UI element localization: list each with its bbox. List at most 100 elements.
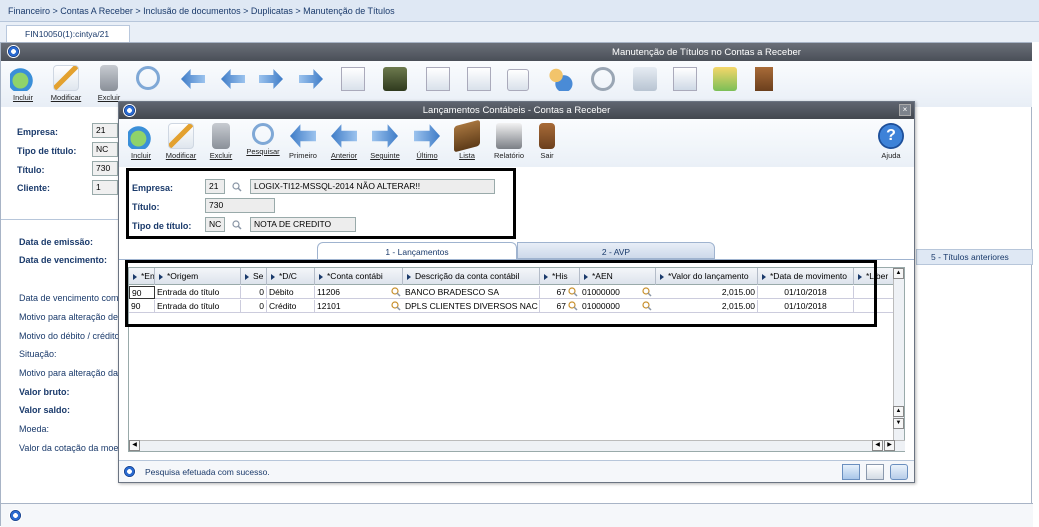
add-icon bbox=[128, 123, 154, 149]
outer-edit-label: Modificar bbox=[50, 93, 82, 102]
empresa-field[interactable]: 21 bbox=[92, 123, 118, 138]
empresa-lookup-icon[interactable] bbox=[232, 182, 242, 192]
modificar-button[interactable]: Modificar bbox=[161, 119, 201, 160]
outer-tab-strip: FIN10050(1):cintya/21 bbox=[0, 22, 1039, 42]
first-icon[interactable] bbox=[181, 69, 205, 89]
seguinte-button[interactable]: Seguinte bbox=[365, 119, 405, 160]
last-icon[interactable] bbox=[299, 69, 323, 89]
situacao-label: Situação: bbox=[19, 349, 57, 359]
ultimo-label: Último bbox=[416, 151, 438, 160]
money-icon[interactable] bbox=[633, 67, 657, 91]
next-icon bbox=[372, 124, 398, 148]
edit-icon bbox=[53, 65, 79, 91]
primeiro-button[interactable]: Primeiro bbox=[283, 119, 323, 160]
excluir-button[interactable]: Excluir bbox=[201, 119, 241, 160]
scroll-up-small-icon[interactable]: ▲ bbox=[893, 406, 904, 417]
relatorio-label: Relatório bbox=[493, 151, 524, 160]
dialog-titulo-field[interactable]: 730 bbox=[205, 198, 275, 213]
scroll-left-small-icon[interactable]: ◀ bbox=[872, 440, 883, 451]
tab-avp[interactable]: 2 - AVP bbox=[517, 242, 715, 259]
search-icon[interactable] bbox=[136, 66, 160, 90]
nf-icon[interactable] bbox=[673, 67, 697, 91]
outer-status-bar bbox=[1, 503, 1033, 527]
dialog-toolbar: Incluir Modificar Excluir Pesquisar Prim… bbox=[119, 119, 914, 167]
zoom-icon[interactable] bbox=[591, 67, 615, 91]
previous-icon[interactable] bbox=[221, 69, 245, 89]
empresa-description: LOGIX-TI12-MSSQL-2014 NÃO ALTERAR!! bbox=[250, 179, 495, 194]
exit-icon[interactable] bbox=[755, 67, 773, 91]
status-logo-icon bbox=[123, 465, 136, 478]
details-icon[interactable] bbox=[713, 67, 737, 91]
grid-highlight-box bbox=[125, 260, 877, 327]
window-logo-icon bbox=[7, 45, 20, 58]
moeda-label: Moeda: bbox=[19, 424, 50, 434]
document-add-icon[interactable] bbox=[507, 69, 529, 91]
users-icon[interactable] bbox=[547, 67, 573, 91]
valor-bruto-label: Valor bruto: bbox=[19, 387, 70, 397]
titulos-anteriores-tab[interactable]: 5 - Títulos anteriores bbox=[916, 249, 1033, 265]
lista-button[interactable]: Lista bbox=[447, 119, 487, 160]
ajuda-button[interactable]: ? Ajuda bbox=[871, 119, 911, 160]
anterior-label: Anterior bbox=[330, 151, 358, 160]
incluir-button[interactable]: Incluir bbox=[121, 119, 161, 160]
list-icon bbox=[454, 119, 480, 153]
pesquisar-button[interactable]: Pesquisar bbox=[243, 119, 283, 156]
outer-delete-button[interactable]: Excluir bbox=[89, 61, 129, 102]
scroll-right-icon[interactable]: ▶ bbox=[884, 440, 895, 451]
close-icon[interactable]: × bbox=[899, 104, 911, 116]
valor-cotacao-label: Valor da cotação da moe bbox=[19, 443, 119, 453]
motivo-alteracao-da-label: Motivo para alteração da bbox=[19, 368, 119, 378]
titulo-label: Título: bbox=[17, 165, 45, 175]
grid-horizontal-scrollbar[interactable]: ◀ ◀ ▶ bbox=[129, 440, 905, 451]
exit-icon bbox=[539, 123, 555, 149]
dialog-titulo-label: Título: bbox=[132, 202, 160, 212]
lancamentos-dialog: Lançamentos Contábeis - Contas a Receber… bbox=[118, 101, 915, 483]
dialog-empresa-label: Empresa: bbox=[132, 183, 174, 193]
tab-lancamentos[interactable]: 1 - Lançamentos bbox=[317, 242, 517, 259]
list-edit-icon[interactable] bbox=[426, 67, 450, 91]
dialog-titlebar: Lançamentos Contábeis - Contas a Receber… bbox=[119, 102, 914, 119]
cliente-field[interactable]: 1 bbox=[92, 180, 118, 195]
document-edit-icon[interactable] bbox=[341, 67, 365, 91]
grid-vertical-scrollbar[interactable]: ▲ ▲ ▼ bbox=[893, 268, 904, 442]
scroll-left-icon[interactable]: ◀ bbox=[129, 440, 140, 451]
dialog-empresa-field[interactable]: 21 bbox=[205, 179, 225, 194]
last-icon bbox=[414, 124, 440, 148]
expand-icon[interactable] bbox=[842, 464, 860, 480]
next-icon[interactable] bbox=[259, 69, 283, 89]
data-vencimento-com-label: Data de vencimento com bbox=[19, 293, 119, 303]
scroll-down-icon[interactable]: ▼ bbox=[893, 418, 904, 429]
dialog-tipo-titulo-field[interactable]: NC bbox=[205, 217, 225, 232]
tipo-titulo-label: Tipo de título: bbox=[17, 146, 77, 156]
scroll-up-icon[interactable]: ▲ bbox=[893, 268, 904, 279]
instructions-icon[interactable] bbox=[383, 67, 407, 91]
first-icon bbox=[290, 124, 316, 148]
tab-program-session[interactable]: FIN10050(1):cintya/21 bbox=[6, 25, 130, 42]
status-logo-icon bbox=[9, 509, 22, 522]
pesquisar-label: Pesquisar bbox=[246, 147, 280, 156]
anterior-button[interactable]: Anterior bbox=[324, 119, 364, 160]
dialog-status-bar: Pesquisa efetuada com sucesso. bbox=[119, 460, 914, 482]
note-icon[interactable] bbox=[467, 67, 491, 91]
outer-edit-button[interactable]: Modificar bbox=[46, 61, 86, 102]
ajuda-label: Ajuda bbox=[881, 151, 901, 160]
valor-saldo-label: Valor saldo: bbox=[19, 405, 71, 415]
outer-delete-label: Excluir bbox=[97, 93, 121, 102]
modificar-label: Modificar bbox=[165, 151, 197, 160]
tipo-titulo-field[interactable]: NC bbox=[92, 142, 118, 157]
sair-button[interactable]: Sair bbox=[527, 119, 567, 160]
ultimo-button[interactable]: Último bbox=[407, 119, 447, 160]
search-icon bbox=[252, 123, 274, 145]
outer-add-button[interactable]: Incluir bbox=[3, 61, 43, 102]
dialog-title: Lançamentos Contábeis - Contas a Receber bbox=[422, 105, 611, 116]
status-message: Pesquisa efetuada com sucesso. bbox=[145, 467, 270, 477]
motivo-alteracao-label: Motivo para alteração de bbox=[19, 312, 119, 322]
titulo-field[interactable]: 730 bbox=[92, 161, 118, 176]
outer-window-title: Manutenção de Títulos no Contas a Recebe… bbox=[612, 47, 801, 58]
relatorio-button[interactable]: Relatório bbox=[489, 119, 529, 160]
dialog-tab-strip: 1 - Lançamentos 2 - AVP bbox=[317, 242, 715, 259]
chat-icon[interactable] bbox=[890, 464, 908, 480]
print-status-icon[interactable] bbox=[866, 464, 884, 480]
trash-icon bbox=[100, 65, 118, 91]
tipo-lookup-icon[interactable] bbox=[232, 220, 242, 230]
